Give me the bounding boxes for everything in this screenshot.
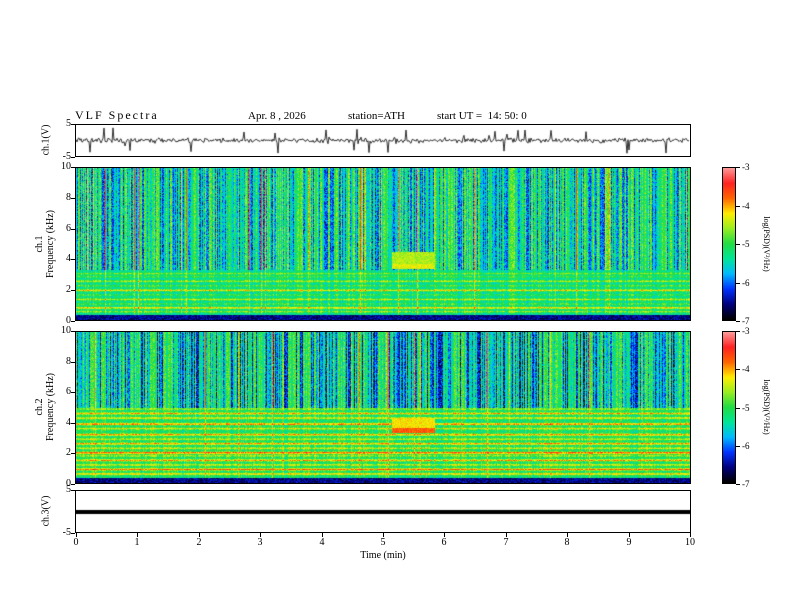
colorbar1-label: log(PSD)(V²/Hz) [762,216,771,272]
x-tick-label: 7 [503,537,509,548]
colorbar1-tick-mark [736,244,740,245]
colorbar2-tick-label: -3 [742,326,750,336]
ch2-spectrogram-ylabel-line1: ch.2 [34,398,45,416]
colorbar1-tick-mark [736,321,740,322]
colorbar2-tick-label: -7 [742,479,750,489]
spec2-y-tick-mark [71,423,75,424]
spec1-y-tick-label: 8 [66,192,71,203]
colorbar1-tick-label: -4 [742,201,750,211]
colorbar2-tick-mark [736,369,740,370]
ch1-spectrogram-panel [75,167,691,321]
x-tick-label: 9 [626,537,632,548]
x-tick-label: 8 [564,537,570,548]
spec1-y-tick-mark [71,290,75,291]
x-tick-label: 1 [134,537,140,548]
ch2-spectrogram-panel [75,331,691,484]
ch1-waveform-panel [75,124,691,157]
ch1-spectrogram-canvas [76,168,690,320]
wave3-y-tick-mark [71,490,75,491]
colorbar1-tick-mark [736,283,740,284]
spec1-y-tick-label: 4 [66,253,71,264]
wave3-y-tick-mark [71,533,75,534]
colorbar2-tick-label: -5 [742,403,750,413]
wave3-y-tick-label: -5 [62,527,71,538]
plot-station: station=ATH [348,110,405,122]
colorbar1-tick-label: -3 [742,162,750,172]
x-tick-label: 3 [257,537,263,548]
spec1-y-tick-label: 6 [66,223,71,234]
spec1-y-tick-mark [71,259,75,260]
wave1-y-tick-mark [71,157,75,158]
x-tick-label: 6 [441,537,447,548]
ch3-waveform-canvas [76,491,690,532]
colorbar2-tick-mark [736,331,740,332]
ch3-waveform-panel [75,490,691,533]
spec2-y-tick-mark [71,362,75,363]
spec2-y-tick-mark [71,453,75,454]
spec1-y-tick-label: 10 [61,161,71,172]
ch2-spectrogram-ylabel-line2: Frequency (kHz) [45,372,56,442]
colorbar2-tick-label: -6 [742,441,750,451]
x-tick-label: 0 [73,537,79,548]
spec1-y-tick-mark [71,229,75,230]
x-tick-label: 2 [196,537,202,548]
ch1-waveform-ylabel: ch.1(V) [40,124,52,156]
spec2-y-tick-mark [71,484,75,485]
plot-start-ut: start UT = 14: 50: 0 [437,110,527,122]
colorbar1 [722,167,736,321]
colorbar2-tick-mark [736,446,740,447]
spec2-y-tick-mark [71,331,75,332]
colorbar2-tick-mark [736,408,740,409]
x-axis-label: Time (min) [360,550,406,561]
colorbar1-tick-label: -5 [742,239,750,249]
colorbar2-gradient [723,332,735,483]
colorbar1-tick-mark [736,206,740,207]
colorbar2-tick-mark [736,484,740,485]
wave3-y-tick-label: 5 [66,484,71,495]
plot-title: VLF Spectra [75,108,159,122]
wave1-y-tick-label: -5 [62,151,71,162]
ch2-spectrogram-ylabel: ch.2 Frequency (kHz) [34,373,56,441]
colorbar1-tick-label: -7 [742,316,750,326]
spec1-y-tick-label: 2 [66,284,71,295]
ch1-spectrogram-ylabel-line2: Frequency (kHz) [45,209,56,279]
x-tick-label: 10 [685,537,695,548]
colorbar1-gradient [723,168,735,320]
x-tick-label: 5 [380,537,386,548]
spec2-y-tick-label: 4 [66,417,71,428]
spec1-y-tick-mark [71,198,75,199]
wave1-y-tick-label: 5 [66,118,71,129]
ch2-spectrogram-canvas [76,332,690,483]
spec2-y-tick-label: 10 [61,325,71,336]
spec2-y-tick-label: 6 [66,386,71,397]
spec2-y-tick-mark [71,392,75,393]
x-tick-label: 4 [319,537,325,548]
spec1-y-tick-mark [71,167,75,168]
ch3-waveform-ylabel: ch.3(V) [40,495,52,527]
plot-date: Apr. 8 , 2026 [248,110,306,122]
spec2-y-tick-label: 8 [66,356,71,367]
wave1-y-tick-mark [71,124,75,125]
spec2-y-tick-label: 2 [66,447,71,458]
ch1-waveform-canvas [76,125,690,156]
colorbar1-tick-mark [736,167,740,168]
colorbar2-tick-label: -4 [742,364,750,374]
ch1-spectrogram-ylabel-line1: ch.1 [34,235,45,253]
colorbar2-label: log(PSD)(V²/Hz) [762,379,771,435]
ch1-spectrogram-ylabel: ch.1 Frequency (kHz) [34,210,56,278]
vlf-spectra-figure: VLF Spectra Apr. 8 , 2026 station=ATH st… [0,0,792,612]
spec1-y-tick-mark [71,321,75,322]
colorbar2 [722,331,736,484]
colorbar1-tick-label: -6 [742,278,750,288]
